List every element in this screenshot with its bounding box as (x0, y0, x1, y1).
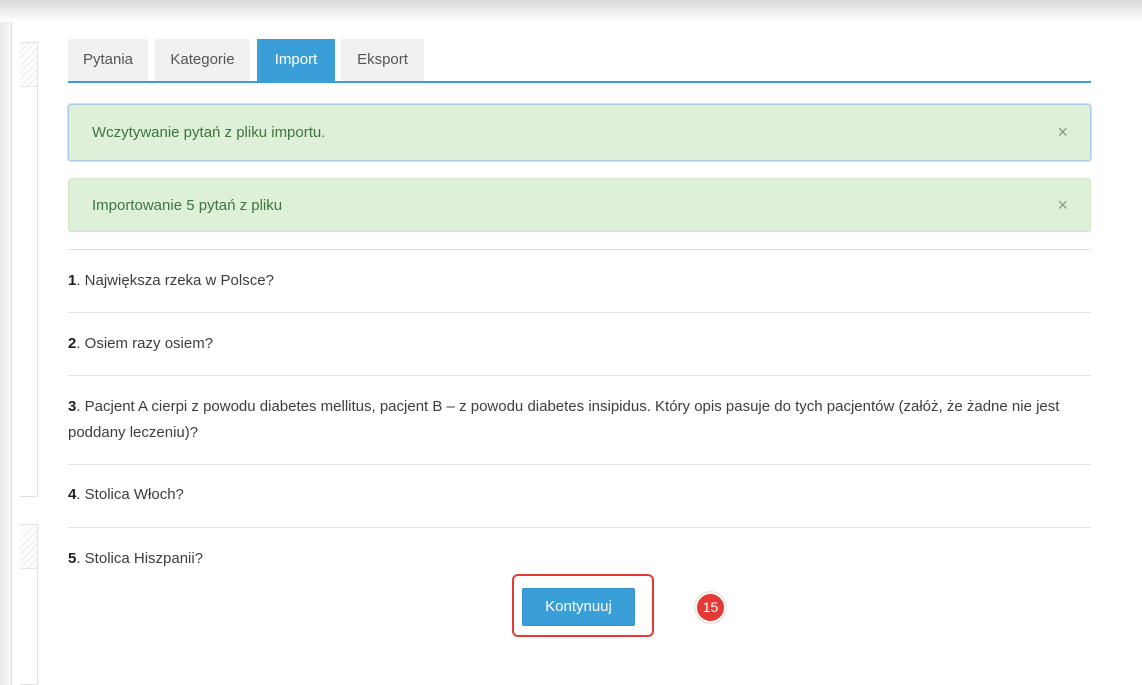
left-panel-header (20, 43, 37, 87)
tab-questions[interactable]: Pytania (68, 39, 148, 81)
left-lower-panel-header (20, 525, 37, 569)
question-item: 4. Stolica Włoch? (68, 465, 1091, 528)
imported-question-list: 1. Największa rzeka w Polsce? 2. Osiem r… (68, 249, 1091, 574)
top-window-shadow (0, 0, 1142, 22)
question-item: 5. Stolica Hiszpanii? (68, 528, 1091, 574)
question-text: . Stolica Hiszpanii? (76, 550, 204, 567)
left-side-panel (20, 42, 38, 497)
alert-message: Wczytywanie pytań z pliku importu. (92, 124, 326, 141)
question-text: . Pacjent A cierpi z powodu diabetes mel… (68, 398, 1060, 441)
tab-categories[interactable]: Kategorie (155, 39, 250, 81)
left-lower-panel (20, 524, 38, 685)
question-text: . Największa rzeka w Polsce? (76, 272, 274, 289)
question-item: 2. Osiem razy osiem? (68, 313, 1091, 376)
question-item: 3. Pacjent A cierpi z powodu diabetes me… (68, 376, 1091, 465)
left-window-edge (0, 22, 12, 685)
question-tabs: Pytania Kategorie Import Eksport (68, 38, 1091, 83)
question-item: 1. Największa rzeka w Polsce? (68, 250, 1091, 313)
tab-export[interactable]: Eksport (341, 39, 424, 81)
question-text: . Osiem razy osiem? (76, 335, 214, 352)
close-icon[interactable]: × (1057, 105, 1068, 160)
step-number-badge: 15 (695, 592, 726, 623)
import-screen: Pytania Kategorie Import Eksport Wczytyw… (0, 0, 1142, 685)
tab-import[interactable]: Import (257, 39, 335, 81)
question-text: . Stolica Włoch? (76, 486, 184, 503)
continue-button[interactable]: Kontynuuj (522, 588, 635, 626)
import-count-alert: Importowanie 5 pytań z pliku × (68, 178, 1091, 232)
close-icon[interactable]: × (1057, 179, 1068, 232)
import-loading-alert: Wczytywanie pytań z pliku importu. × (68, 104, 1091, 161)
alert-message: Importowanie 5 pytań z pliku (92, 197, 283, 214)
